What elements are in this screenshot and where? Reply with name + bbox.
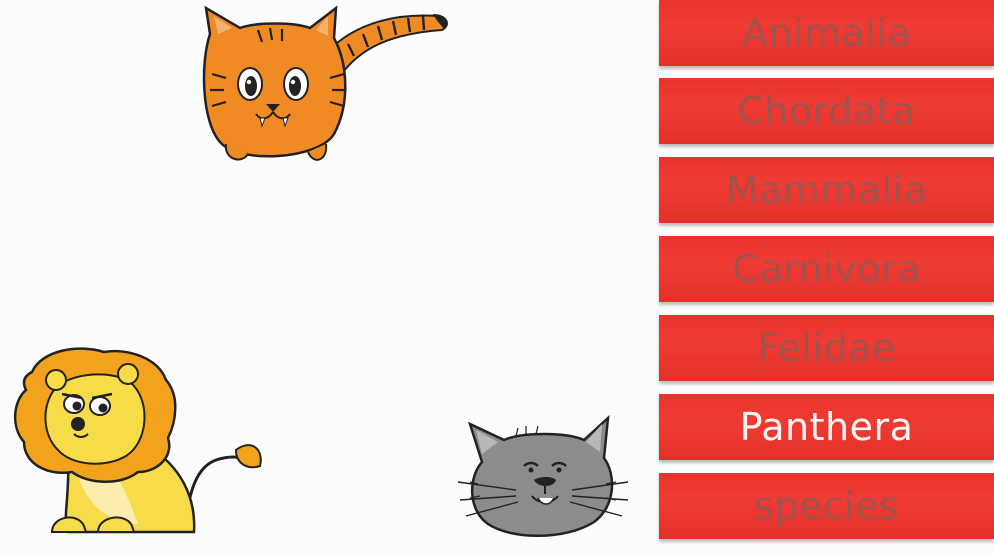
rank-chordata: Chordata	[659, 78, 994, 144]
rank-species: species	[659, 473, 994, 539]
rank-label: Felidae	[757, 326, 896, 370]
taxonomy-rank-list: Animalia Chordata Mammalia Carnivora Fel…	[659, 0, 994, 554]
rank-label: Panthera	[739, 405, 914, 449]
rank-label: Carnivora	[732, 247, 921, 291]
slide-canvas: Animalia Chordata Mammalia Carnivora Fel…	[0, 0, 994, 554]
rank-animalia: Animalia	[659, 0, 994, 66]
rank-panthera: Panthera	[659, 394, 994, 460]
lion-cartoon	[14, 347, 262, 534]
rank-label: Animalia	[741, 11, 912, 55]
rank-mammalia: Mammalia	[659, 157, 994, 223]
rank-carnivora: Carnivora	[659, 236, 994, 302]
tiger-cartoon	[202, 5, 448, 161]
rank-label: species	[753, 484, 900, 528]
cat-cartoon	[457, 414, 629, 537]
rank-label: Mammalia	[725, 168, 928, 212]
rank-felidae: Felidae	[659, 315, 994, 381]
rank-label: Chordata	[737, 89, 916, 133]
